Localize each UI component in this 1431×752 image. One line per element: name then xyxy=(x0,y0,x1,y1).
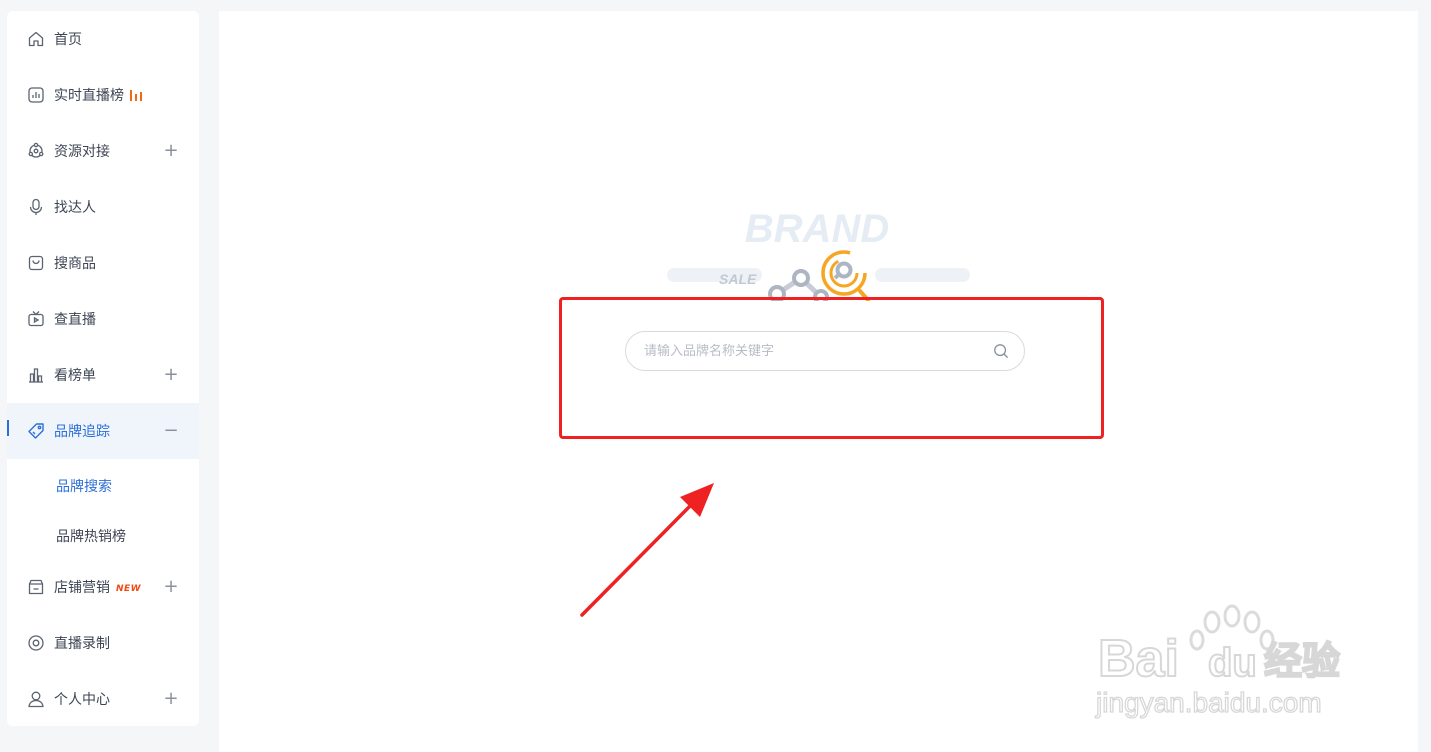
nav-item-live-record[interactable]: 直播录制 xyxy=(7,615,199,671)
shopping-bag-icon xyxy=(27,254,45,272)
highlight-annotation-box xyxy=(559,297,1104,439)
nav-item-label: 店铺营销 xyxy=(54,580,110,596)
store-icon xyxy=(27,578,45,596)
expand-toggle[interactable]: + xyxy=(163,578,179,596)
annotation-arrow xyxy=(580,483,714,617)
nav-item-search-goods[interactable]: 搜商品 xyxy=(7,235,199,291)
baidu-jingyan-watermark: Bai du 经验 jingyan.baidu.com xyxy=(1094,604,1341,719)
brand-watermark-text: BRAND xyxy=(745,207,889,251)
nav-item-home[interactable]: 首页 xyxy=(7,11,199,67)
sub-item-brand-search[interactable]: 品牌搜索 xyxy=(7,466,199,506)
sub-item-label: 品牌热销榜 xyxy=(56,529,126,545)
nav-item-live-ranking[interactable]: 实时直播榜 xyxy=(7,67,199,123)
nav-item-store-marketing[interactable]: 店铺营销 NEW + xyxy=(7,559,199,615)
nav-item-label: 实时直播榜 xyxy=(54,88,124,104)
tv-icon xyxy=(27,310,45,328)
watermark-cn: 经验 xyxy=(1264,639,1340,683)
watermark-brand2: du xyxy=(1208,641,1257,685)
nav-item-personal-center[interactable]: 个人中心 + xyxy=(7,671,199,727)
user-icon xyxy=(27,690,45,708)
nav-item-check-live[interactable]: 查直播 xyxy=(7,291,199,347)
nav-item-label: 搜商品 xyxy=(54,256,96,272)
chart-box-icon xyxy=(27,86,45,104)
microphone-icon xyxy=(27,198,45,216)
nav-item-label: 直播录制 xyxy=(54,636,110,652)
sub-item-brand-hot-ranking[interactable]: 品牌热销榜 xyxy=(7,516,199,556)
expand-toggle[interactable]: + xyxy=(163,142,179,160)
nav-item-label: 查直播 xyxy=(54,312,96,328)
record-icon xyxy=(27,634,45,652)
nav-item-label: 找达人 xyxy=(54,200,96,216)
watermark-brand: Bai xyxy=(1098,630,1179,688)
brand-search-illustration: BRAND SALE xyxy=(667,207,970,301)
nav-item-label: 品牌追踪 xyxy=(54,424,110,440)
collapse-toggle[interactable]: − xyxy=(163,422,179,440)
nav-item-label: 看榜单 xyxy=(54,368,96,384)
nav-item-label: 资源对接 xyxy=(54,144,110,160)
nav-item-label: 首页 xyxy=(54,32,82,48)
nav-item-find-influencer[interactable]: 找达人 xyxy=(7,179,199,235)
sub-item-label: 品牌搜索 xyxy=(56,479,112,495)
nav-item-rankings[interactable]: 看榜单 + xyxy=(7,347,199,403)
bar-chart-icon xyxy=(27,366,45,384)
expand-toggle[interactable]: + xyxy=(163,690,179,708)
tag-icon xyxy=(27,422,45,440)
home-icon xyxy=(27,30,45,48)
sidebar-nav: 首页 实时直播榜 资源对接 + 找达人 搜商品 查直播 看榜单 + 品牌追踪 −… xyxy=(7,11,199,726)
active-indicator xyxy=(7,420,9,436)
new-badge: NEW xyxy=(116,584,142,594)
live-bars-icon xyxy=(130,89,142,101)
watermark-url: jingyan.baidu.com xyxy=(1095,687,1322,718)
sale-text: SALE xyxy=(719,271,757,287)
nav-item-brand-tracking[interactable]: 品牌追踪 − xyxy=(7,403,199,459)
expand-toggle[interactable]: + xyxy=(163,366,179,384)
nav-item-label: 个人中心 xyxy=(54,692,110,708)
network-icon xyxy=(27,142,45,160)
nav-item-resources[interactable]: 资源对接 + xyxy=(7,123,199,179)
